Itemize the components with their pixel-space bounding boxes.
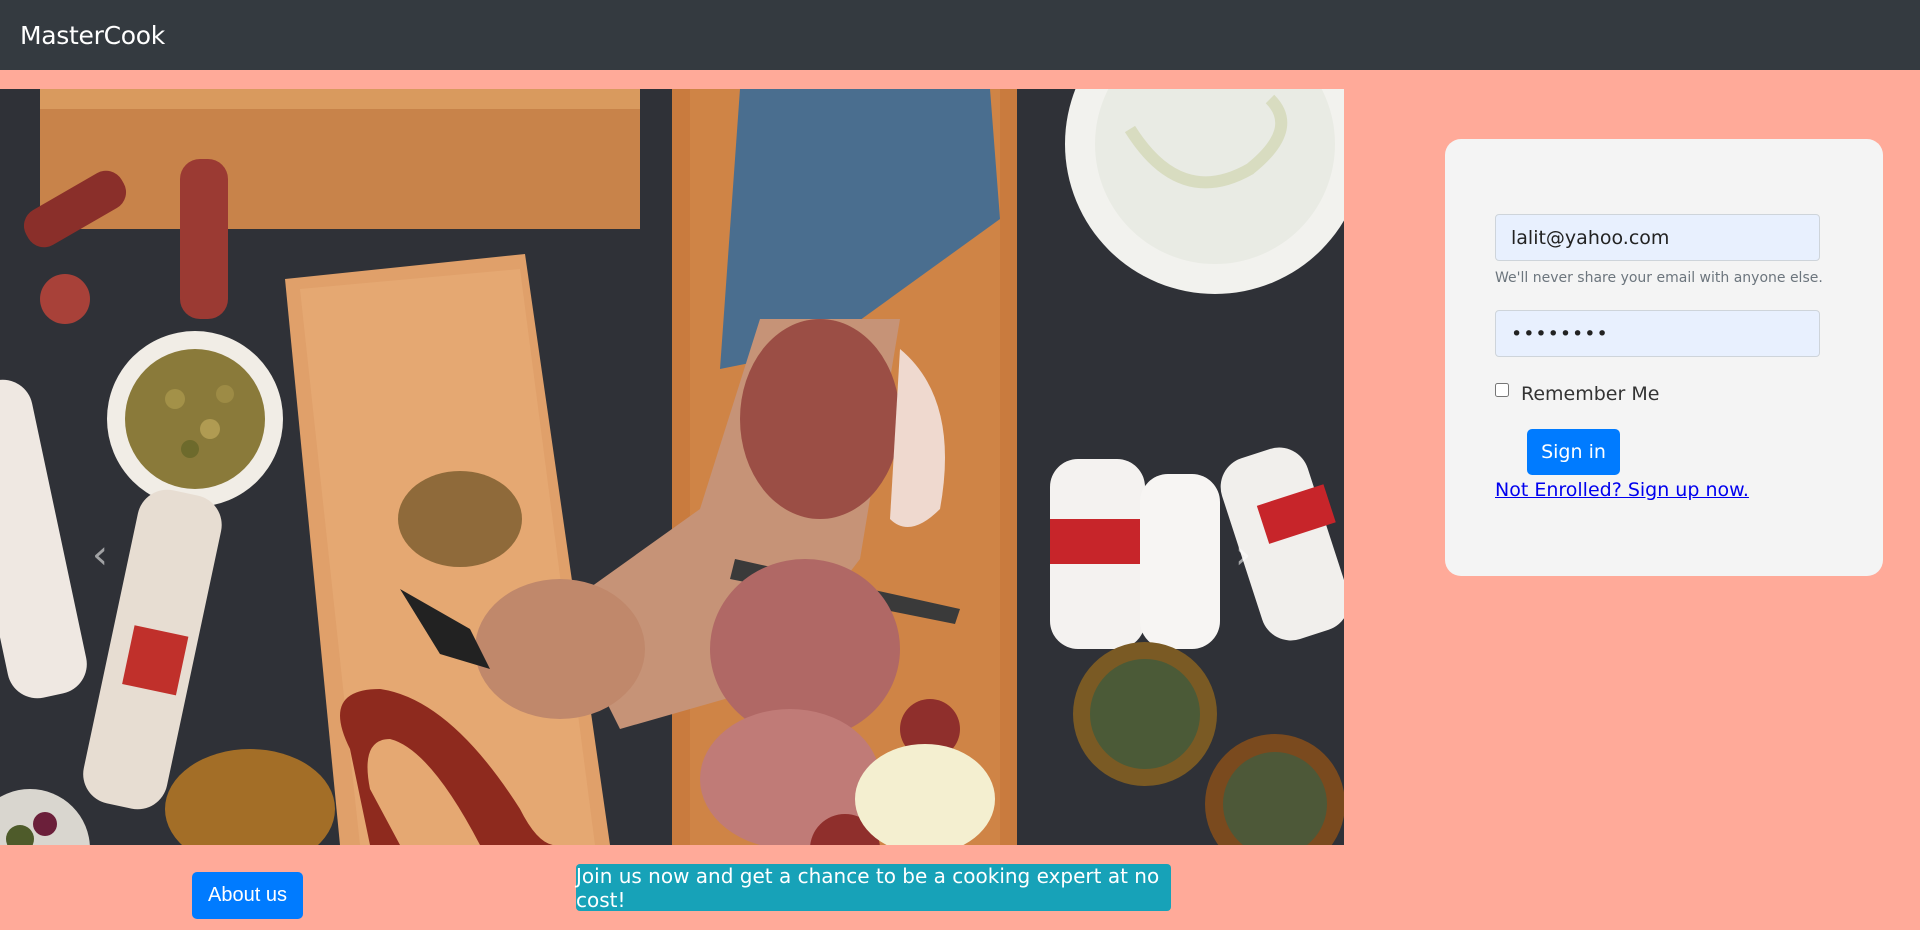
- carousel-prev-button[interactable]: ‹: [80, 529, 120, 581]
- chevron-right-icon: ›: [1235, 532, 1251, 578]
- email-help-text: We'll never share your email with anyone…: [1495, 270, 1823, 286]
- about-us-button[interactable]: About us: [192, 872, 303, 919]
- chevron-left-icon: ‹: [92, 532, 108, 578]
- remember-me-row: Remember Me: [1495, 383, 1659, 405]
- carousel-next-button[interactable]: ›: [1223, 529, 1263, 581]
- sign-up-link[interactable]: Not Enrolled? Sign up now.: [1495, 479, 1749, 501]
- carousel-image: [0, 89, 1344, 845]
- sign-in-button[interactable]: Sign in: [1527, 429, 1620, 475]
- remember-me-checkbox[interactable]: [1495, 383, 1509, 397]
- remember-me-label[interactable]: Remember Me: [1521, 383, 1659, 405]
- promo-badge: Join us now and get a chance to be a coo…: [576, 864, 1171, 912]
- login-card: We'll never share your email with anyone…: [1445, 139, 1883, 576]
- password-field[interactable]: [1495, 310, 1820, 357]
- brand-link[interactable]: MasterCook: [20, 21, 165, 50]
- email-field[interactable]: [1495, 214, 1820, 261]
- food-carousel: ‹ ›: [0, 89, 1344, 845]
- navbar: MasterCook: [0, 0, 1920, 70]
